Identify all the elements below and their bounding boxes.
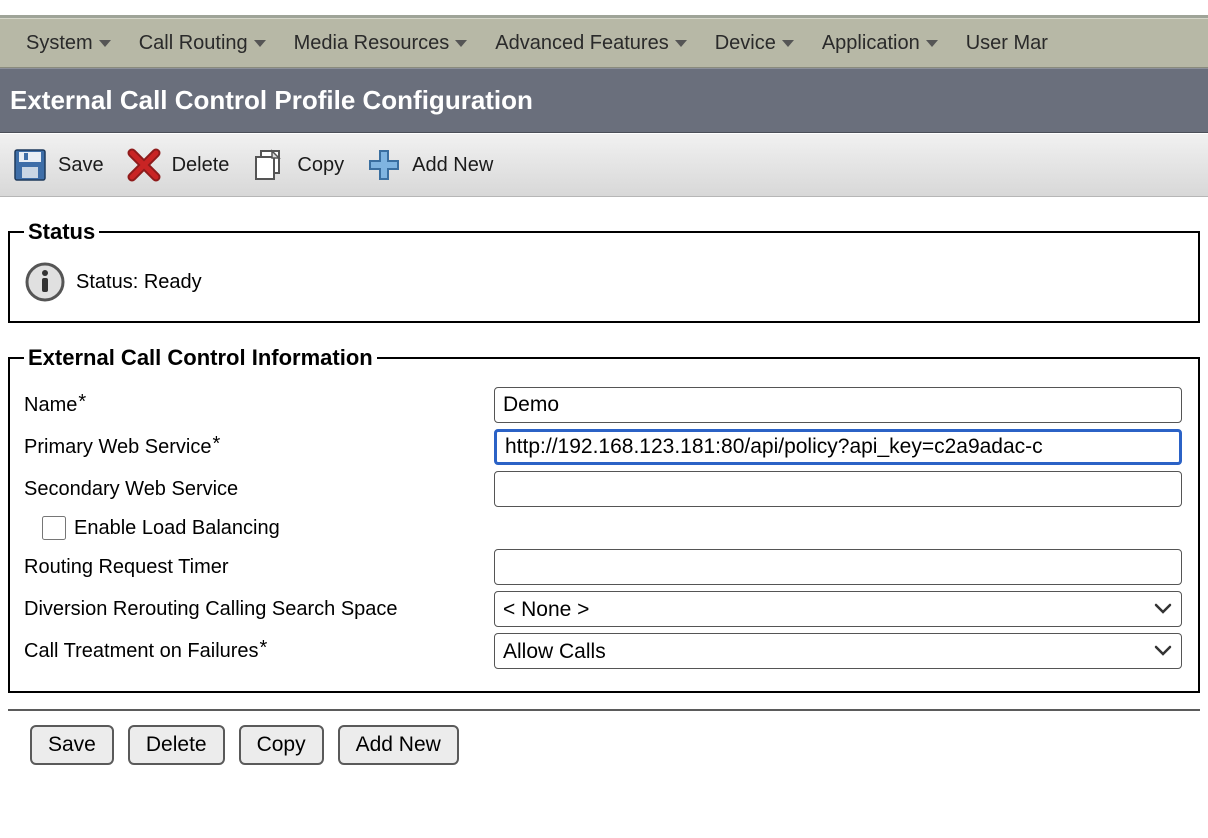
menu-label: Media Resources (294, 32, 450, 55)
toolbar-label: Add New (412, 154, 493, 177)
save-icon (12, 147, 48, 183)
primary-ws-label: Primary Web Service (24, 436, 494, 459)
toolbar-label: Delete (172, 154, 230, 177)
copy-button-bottom[interactable]: Copy (239, 725, 324, 765)
menu-system[interactable]: System (12, 19, 125, 67)
divider (8, 709, 1200, 711)
plus-icon (366, 147, 402, 183)
copy-icon (251, 147, 287, 183)
menu-media-resources[interactable]: Media Resources (280, 19, 482, 67)
delete-button-bottom[interactable]: Delete (128, 725, 225, 765)
primary-ws-input[interactable] (494, 429, 1182, 465)
routing-timer-label: Routing Request Timer (24, 556, 494, 579)
top-strip (0, 0, 1208, 18)
call-treatment-select[interactable]: Allow Calls (494, 633, 1182, 669)
enable-lb-checkbox[interactable] (42, 516, 66, 540)
add-new-button-bottom[interactable]: Add New (338, 725, 459, 765)
menu-call-routing[interactable]: Call Routing (125, 19, 280, 67)
toolbar: Save Delete Copy Add New (0, 133, 1208, 197)
menu-application[interactable]: Application (808, 19, 952, 67)
chevron-down-icon (455, 40, 467, 47)
menu-label: Application (822, 32, 920, 55)
chevron-down-icon (99, 40, 111, 47)
bottom-button-bar: Save Delete Copy Add New (0, 725, 1208, 785)
name-input[interactable] (494, 387, 1182, 423)
delete-button[interactable]: Delete (126, 147, 230, 183)
add-new-button[interactable]: Add New (366, 147, 493, 183)
secondary-ws-input[interactable] (494, 471, 1182, 507)
enable-lb-label: Enable Load Balancing (74, 517, 280, 540)
chevron-down-icon (675, 40, 687, 47)
menu-label: Call Routing (139, 32, 248, 55)
delete-icon (126, 147, 162, 183)
name-label: Name (24, 394, 494, 417)
call-treatment-label: Call Treatment on Failures (24, 640, 494, 663)
toolbar-label: Copy (297, 154, 344, 177)
copy-button[interactable]: Copy (251, 147, 344, 183)
menu-device[interactable]: Device (701, 19, 808, 67)
menu-label: User Mar (966, 32, 1048, 55)
menu-label: Device (715, 32, 776, 55)
toolbar-label: Save (58, 154, 104, 177)
chevron-down-icon (254, 40, 266, 47)
secondary-ws-label: Secondary Web Service (24, 478, 494, 501)
page-title: External Call Control Profile Configurat… (0, 68, 1208, 133)
menu-advanced-features[interactable]: Advanced Features (481, 19, 700, 67)
status-legend: Status (24, 219, 99, 245)
save-button[interactable]: Save (12, 147, 104, 183)
save-button-bottom[interactable]: Save (30, 725, 114, 765)
routing-timer-input[interactable] (494, 549, 1182, 585)
chevron-down-icon (782, 40, 794, 47)
chevron-down-icon (926, 40, 938, 47)
status-text: Status: Ready (76, 271, 202, 294)
form-legend: External Call Control Information (24, 345, 377, 371)
status-fieldset: Status Status: Ready (8, 219, 1200, 323)
menu-label: System (26, 32, 93, 55)
diversion-css-select[interactable]: < None > (494, 591, 1182, 627)
diversion-css-label: Diversion Rerouting Calling Search Space (24, 598, 494, 621)
menu-label: Advanced Features (495, 32, 668, 55)
menu-user-management[interactable]: User Mar (952, 19, 1068, 67)
form-fieldset: External Call Control Information Name P… (8, 345, 1200, 693)
info-icon (24, 261, 66, 303)
menubar: System Call Routing Media Resources Adva… (0, 18, 1208, 68)
